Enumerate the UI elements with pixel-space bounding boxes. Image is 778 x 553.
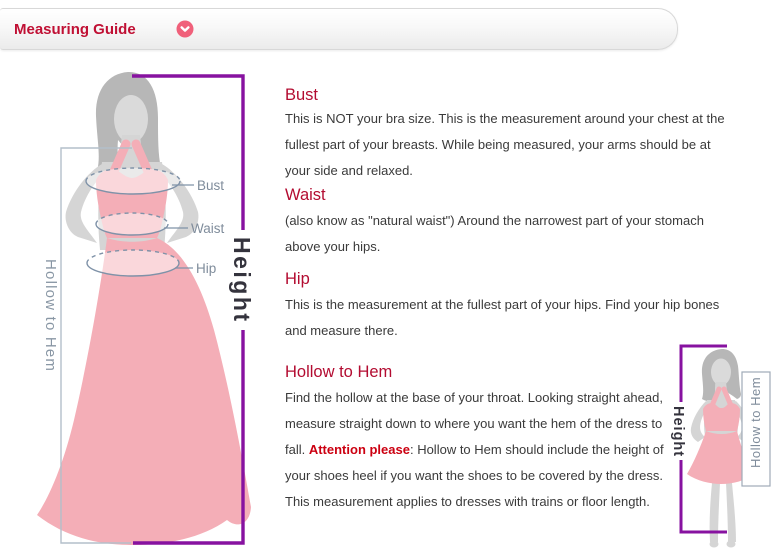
bust-heading: Bust (285, 86, 318, 105)
skirt (37, 238, 251, 545)
bust-measure-ellipse (86, 168, 180, 194)
face (711, 359, 731, 386)
attention-label: Attention please (309, 442, 410, 457)
bust-description: This is NOT your bra size. This is the m… (285, 106, 737, 184)
hollow-to-hem-description: Find the hollow at the base of your thro… (285, 385, 681, 515)
measuring-guide-header[interactable]: Measuring Guide (0, 8, 678, 50)
small-hollow-to-hem-box: Hollow to Hem (742, 372, 770, 486)
chevron-down-icon[interactable] (176, 20, 194, 38)
main-measuring-diagram: Bust Waist Hip Hollow to Hem Height (28, 60, 270, 553)
hip-heading: Hip (285, 270, 310, 289)
waist-description: (also know as "natural waist") Around th… (285, 208, 737, 260)
hollow-to-hem-heading: Hollow to Hem (285, 363, 392, 382)
hip-measure-ellipse (87, 250, 179, 276)
hip-label: Hip (196, 261, 216, 276)
page-title: Measuring Guide (14, 21, 136, 38)
right-leg (726, 483, 736, 542)
height-label: Height (229, 237, 255, 324)
right-foot (727, 541, 736, 548)
waist-label: Waist (191, 221, 224, 236)
hollow-to-hem-label: Hollow to Hem (42, 259, 59, 372)
small-measuring-diagram: Height Hollow to Hem (660, 330, 778, 553)
left-foot (710, 541, 719, 548)
hollow-to-hem-label: Hollow to Hem (748, 377, 763, 468)
bust-label: Bust (197, 178, 224, 193)
measuring-guide-page: Measuring Guide (0, 0, 778, 553)
waist-measure-ellipse (96, 213, 168, 235)
measure-ellipses (86, 168, 180, 276)
waist-heading: Waist (285, 186, 326, 205)
height-label: Height (670, 406, 686, 457)
